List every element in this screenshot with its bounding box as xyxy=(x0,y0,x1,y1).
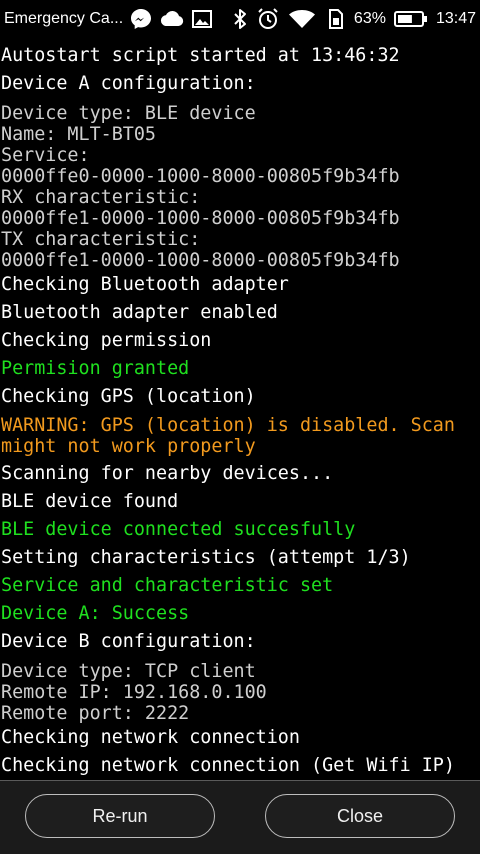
log-line-warning: WARNING: GPS (location) is disabled. Sca… xyxy=(1,415,455,457)
log-detail-line: RX characteristic: xyxy=(1,187,201,208)
sim-card-icon xyxy=(324,8,346,30)
log-line: BLE device found xyxy=(1,491,179,512)
log-detail-line: Device type: TCP client xyxy=(1,661,256,682)
log-line: Checking network connection xyxy=(1,727,300,748)
log-line: Autostart script started at 13:46:32 xyxy=(1,45,400,66)
clock: 13:47 xyxy=(435,10,476,27)
log-line-success: BLE device connected succesfully xyxy=(1,519,356,540)
log-line-success: Permision granted xyxy=(1,358,190,379)
log-line: Checking network connection (Get Wifi IP… xyxy=(1,755,455,776)
log-line: Bluetooth adapter enabled xyxy=(1,302,278,323)
log-line: Checking GPS (location) xyxy=(1,386,256,407)
log-output: Autostart script started at 13:46:32 Dev… xyxy=(0,42,480,780)
battery-percent: 63% xyxy=(353,10,386,27)
log-line: Device A configuration: xyxy=(1,73,256,94)
log-line: Device B configuration: xyxy=(1,631,256,652)
alarm-icon xyxy=(256,7,280,31)
log-line: Checking permission xyxy=(1,330,212,351)
screen: Emergency Ca... 63% 13:47 Autostart scri… xyxy=(0,0,480,854)
log-line-success: Device A: Success xyxy=(1,603,190,624)
log-detail-line: 0000ffe1-0000-1000-8000-00805f9b34fb xyxy=(1,250,400,271)
wifi-icon xyxy=(288,8,316,30)
rerun-button[interactable]: Re-run xyxy=(25,794,215,838)
device-a-details: Device type: BLE device Name: MLT-BT05 S… xyxy=(0,98,480,271)
log-line: Setting characteristics (attempt 1/3) xyxy=(1,547,411,568)
log-line: Checking Bluetooth adapter xyxy=(1,274,289,295)
action-bar: Re-run Close xyxy=(0,780,480,854)
status-bar-left: Emergency Ca... xyxy=(4,0,213,38)
log-line: Scanning for nearby devices... xyxy=(1,463,334,484)
log-detail-line: Remote IP: 192.168.0.100 xyxy=(1,682,267,703)
log-detail-line: Name: MLT-BT05 xyxy=(1,124,157,145)
log-detail-line: Remote port: 2222 xyxy=(1,703,190,724)
rerun-button-label: Re-run xyxy=(92,805,148,826)
log-detail-line: Service: xyxy=(1,145,90,166)
close-button-label: Close xyxy=(336,805,384,826)
status-bar-right: 63% 13:47 xyxy=(232,0,476,38)
battery-icon xyxy=(393,10,428,28)
notification-title: Emergency Ca... xyxy=(4,10,124,27)
image-icon xyxy=(191,9,213,29)
log-detail-line: TX characteristic: xyxy=(1,229,201,250)
log-detail-line: 0000ffe1-0000-1000-8000-00805f9b34fb xyxy=(1,208,400,229)
device-b-details: Device type: TCP client Remote IP: 192.1… xyxy=(0,656,480,724)
messenger-icon xyxy=(129,7,153,31)
close-button[interactable]: Close xyxy=(265,794,455,838)
bluetooth-icon xyxy=(232,8,248,30)
cloud-icon xyxy=(159,9,185,29)
log-detail-line: Device type: BLE device xyxy=(1,103,256,124)
log-detail-line: 0000ffe0-0000-1000-8000-00805f9b34fb xyxy=(1,166,400,187)
log-line-success: Service and characteristic set xyxy=(1,575,334,596)
status-bar: Emergency Ca... 63% 13:47 xyxy=(0,0,480,38)
